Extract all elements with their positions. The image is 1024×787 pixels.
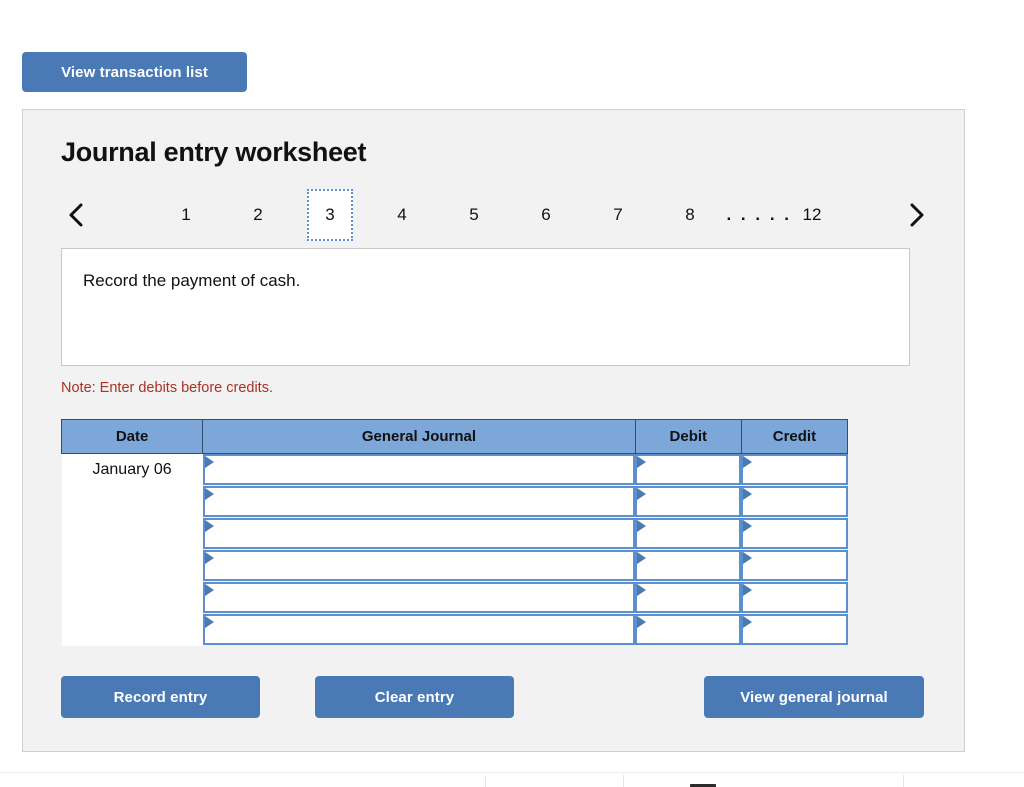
chevron-left-icon[interactable] — [59, 189, 93, 241]
cell-date-3 — [61, 518, 203, 550]
pagination-page-6[interactable]: 6 — [523, 189, 569, 241]
cell-date-5 — [61, 582, 203, 614]
strip-divider — [485, 775, 486, 787]
pagination-page-2[interactable]: 2 — [235, 189, 281, 241]
input-debit-4[interactable] — [635, 550, 742, 581]
table-row — [61, 550, 848, 582]
input-credit-1[interactable] — [741, 454, 848, 485]
pagination-page-1[interactable]: 1 — [163, 189, 209, 241]
view-transaction-list-button[interactable]: View transaction list — [22, 52, 247, 92]
pagination-page-7[interactable]: 7 — [595, 189, 641, 241]
cell-date-1: January 06 — [61, 453, 203, 486]
pagination-page-8[interactable]: 8 — [667, 189, 713, 241]
transaction-prompt-box: Record the payment of cash. — [61, 248, 910, 366]
table-row — [61, 518, 848, 550]
input-general-journal-3[interactable] — [202, 518, 636, 549]
input-credit-2[interactable] — [741, 486, 848, 517]
cell-date-2 — [61, 486, 203, 518]
page-bottom-cutoff-strip — [0, 772, 1024, 787]
chevron-right-icon[interactable] — [899, 189, 933, 241]
pagination-page-12[interactable]: 12 — [789, 189, 835, 241]
input-credit-5[interactable] — [741, 582, 848, 613]
strip-divider — [623, 775, 624, 787]
table-row — [61, 614, 848, 646]
pagination-page-5[interactable]: 5 — [451, 189, 497, 241]
column-header-general-journal: General Journal — [202, 419, 636, 454]
pagination-page-3-active[interactable]: 3 — [307, 189, 353, 241]
input-debit-1[interactable] — [635, 454, 742, 485]
transaction-prompt-text: Record the payment of cash. — [83, 271, 301, 290]
column-header-credit: Credit — [740, 419, 849, 454]
column-header-debit: Debit — [634, 419, 742, 454]
input-debit-3[interactable] — [635, 518, 742, 549]
cell-date-6 — [61, 614, 203, 646]
record-entry-button[interactable]: Record entry — [61, 676, 260, 718]
input-debit-2[interactable] — [635, 486, 742, 517]
input-general-journal-1[interactable] — [202, 454, 636, 485]
input-general-journal-2[interactable] — [202, 486, 636, 517]
input-credit-4[interactable] — [741, 550, 848, 581]
table-row — [61, 582, 848, 614]
debits-before-credits-note: Note: Enter debits before credits. — [61, 380, 273, 396]
input-debit-5[interactable] — [635, 582, 742, 613]
page-title: Journal entry worksheet — [61, 137, 367, 167]
input-credit-3[interactable] — [741, 518, 848, 549]
strip-divider — [903, 775, 904, 787]
table-row — [61, 486, 848, 518]
pagination-page-4[interactable]: 4 — [379, 189, 425, 241]
input-general-journal-6[interactable] — [202, 614, 636, 645]
input-debit-6[interactable] — [635, 614, 742, 645]
journal-entry-worksheet-panel: Journal entry worksheet 1 2 3 4 5 6 7 8 … — [22, 109, 965, 752]
table-row: January 06 — [61, 453, 848, 486]
input-credit-6[interactable] — [741, 614, 848, 645]
view-general-journal-button[interactable]: View general journal — [704, 676, 924, 718]
column-header-date: Date — [60, 419, 204, 454]
journal-entry-table: Date General Journal Debit Credit Januar… — [60, 419, 849, 646]
pagination-ellipsis: . . . . . — [726, 205, 792, 224]
page-pagination: 1 2 3 4 5 6 7 8 . . . . . 12 — [59, 189, 933, 241]
table-header-row: Date General Journal Debit Credit — [60, 419, 849, 454]
input-general-journal-5[interactable] — [202, 582, 636, 613]
input-general-journal-4[interactable] — [202, 550, 636, 581]
journal-entry-screen: View transaction list Journal entry work… — [0, 0, 1024, 787]
clear-entry-button[interactable]: Clear entry — [315, 676, 514, 718]
cell-date-4 — [61, 550, 203, 582]
